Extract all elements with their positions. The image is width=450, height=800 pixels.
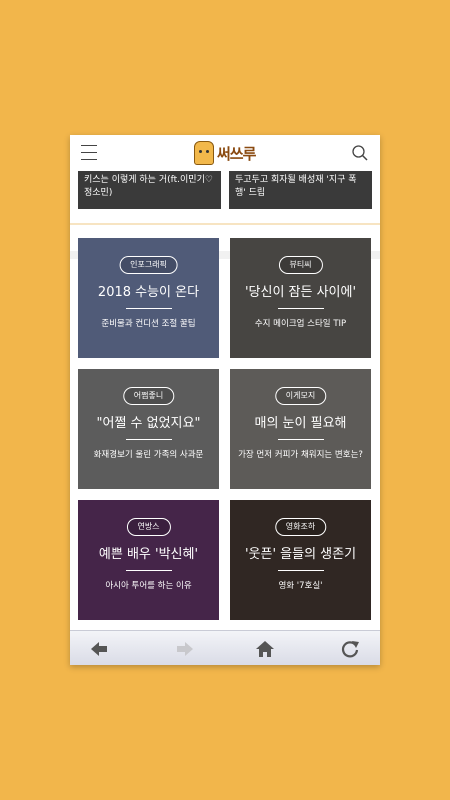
- card-badge: 뷰티씨: [278, 256, 323, 274]
- card-badge: 어쩜좋니: [122, 387, 175, 405]
- card-subtitle: 가장 먼저 커피가 채워지는 변호는?: [238, 450, 363, 460]
- card-title: "어쩔 수 없었지요": [96, 416, 201, 431]
- back-arrow-icon[interactable]: [89, 639, 109, 659]
- card-badge: 연방스: [126, 518, 171, 536]
- card-4[interactable]: 이게모지 매의 눈이 필요해 가장 먼저 커피가 채워지는 변호는?: [230, 369, 371, 489]
- card-title: 예쁜 배우 '박신혜': [98, 547, 199, 562]
- top-card-2[interactable]: 두고두고 회자될 배성재 '지구 폭행' 드립: [229, 171, 372, 209]
- card-rule: [125, 570, 172, 571]
- card-title: '웃픈' 을들의 생존기: [244, 547, 357, 562]
- card-rule: [277, 439, 324, 440]
- divider: [70, 223, 380, 225]
- logo-text: 써쓰루: [217, 144, 256, 163]
- card-subtitle: 영화 '7호실': [278, 581, 323, 591]
- browser-nav-bar: [70, 630, 380, 665]
- card-badge: 영화조하: [274, 518, 327, 536]
- forward-arrow-icon[interactable]: [175, 639, 195, 659]
- menu-icon[interactable]: [81, 145, 97, 161]
- card-subtitle: 준비물과 컨디션 조절 꿀팁: [101, 319, 196, 329]
- card-badge: 이게모지: [274, 387, 327, 405]
- card-rule: [125, 439, 172, 440]
- top-card-strip: 키스는 이렇게 하는 거(ft.이민기♡정소민) 두고두고 회자될 배성재 '지…: [70, 171, 380, 259]
- refresh-icon[interactable]: [340, 639, 360, 659]
- card-title: '당신이 잠든 사이에': [244, 285, 357, 300]
- app-header: 써쓰루: [70, 135, 380, 172]
- card-subtitle: 수지 메이크업 스타일 TIP: [254, 319, 347, 329]
- card-subtitle: 아시아 투어를 하는 이유: [105, 581, 192, 591]
- card-title: 2018 수능이 온다: [97, 285, 200, 300]
- app-window: 써쓰루 키스는 이렇게 하는 거(ft.이민기♡정소민) 두고두고 회자될 배성…: [70, 135, 380, 665]
- card-rule: [277, 308, 324, 309]
- card-rule: [277, 570, 324, 571]
- mascot-icon: [194, 141, 214, 165]
- search-icon[interactable]: [351, 144, 369, 162]
- card-3[interactable]: 어쩜좋니 "어쩔 수 없었지요" 화재경보기 울린 가족의 사과문: [78, 369, 219, 489]
- card-5[interactable]: 연방스 예쁜 배우 '박신혜' 아시아 투어를 하는 이유: [78, 500, 219, 620]
- card-badge: 인포그래픽: [119, 256, 178, 274]
- logo[interactable]: 써쓰루: [194, 140, 256, 166]
- card-2[interactable]: 뷰티씨 '당신이 잠든 사이에' 수지 메이크업 스타일 TIP: [230, 238, 371, 358]
- top-card-text: 키스는 이렇게 하는 거(ft.이민기♡정소민): [84, 175, 213, 198]
- home-icon[interactable]: [255, 639, 275, 659]
- card-rule: [125, 308, 172, 309]
- top-card-1[interactable]: 키스는 이렇게 하는 거(ft.이민기♡정소민): [78, 171, 221, 209]
- top-card-text: 두고두고 회자될 배성재 '지구 폭행' 드립: [235, 175, 357, 198]
- card-6[interactable]: 영화조하 '웃픈' 을들의 생존기 영화 '7호실': [230, 500, 371, 620]
- card-title: 매의 눈이 필요해: [254, 416, 347, 431]
- card-1[interactable]: 인포그래픽 2018 수능이 온다 준비물과 컨디션 조절 꿀팁: [78, 238, 219, 358]
- card-subtitle: 화재경보기 울린 가족의 사과문: [93, 450, 204, 460]
